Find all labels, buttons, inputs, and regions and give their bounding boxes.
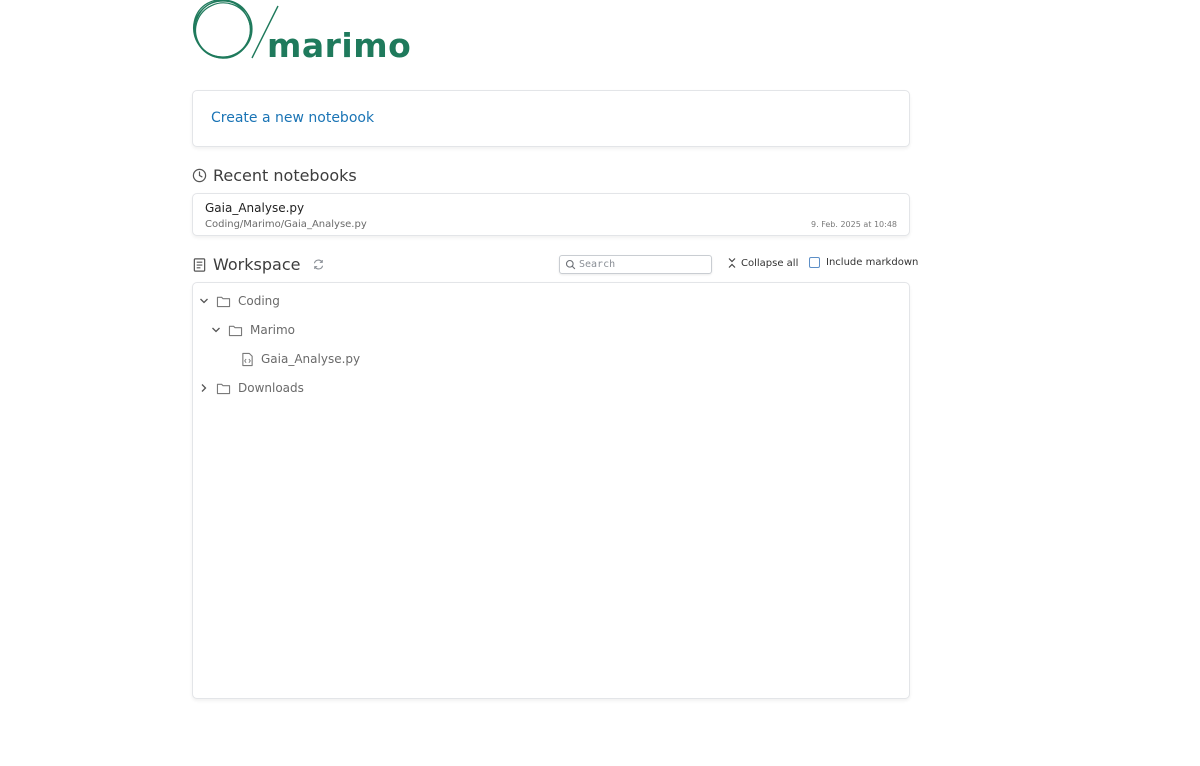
recent-notebook-path: Coding/Marimo/Gaia_Analyse.py xyxy=(205,219,367,230)
refresh-icon[interactable] xyxy=(312,258,325,271)
recent-notebooks-header: Recent notebooks xyxy=(192,166,357,185)
collapse-all-label: Collapse all xyxy=(741,257,799,269)
tree-file-gaia-analyse[interactable]: Gaia_Analyse.py xyxy=(223,348,360,370)
chevron-down-icon[interactable] xyxy=(198,296,210,306)
brand-wordmark: marimo xyxy=(267,26,412,65)
folder-icon xyxy=(228,324,243,337)
chevron-right-icon[interactable] xyxy=(198,383,210,393)
create-notebook-link[interactable]: Create a new notebook xyxy=(211,110,374,126)
notebook-file-icon xyxy=(241,352,254,367)
tree-folder-downloads[interactable]: Downloads xyxy=(198,377,304,399)
tree-label: Coding xyxy=(238,294,280,308)
recent-notebook-name: Gaia_Analyse.py xyxy=(205,201,305,215)
recent-notebooks-title: Recent notebooks xyxy=(213,166,357,185)
folder-icon xyxy=(216,295,231,308)
include-markdown-toggle[interactable]: Include markdown xyxy=(809,257,918,268)
folder-icon xyxy=(216,382,231,395)
tree-label: Gaia_Analyse.py xyxy=(261,352,361,366)
collapse-icon xyxy=(727,257,737,269)
workspace-search xyxy=(559,255,712,274)
clock-icon xyxy=(192,168,207,183)
create-notebook-card: Create a new notebook xyxy=(192,90,910,147)
search-icon xyxy=(565,259,576,270)
include-markdown-label: Include markdown xyxy=(826,257,919,268)
tree-folder-marimo[interactable]: Marimo xyxy=(210,319,295,341)
workspace-title: Workspace xyxy=(213,255,301,274)
tree-label: Marimo xyxy=(250,323,296,337)
book-icon xyxy=(192,257,207,273)
chevron-down-icon[interactable] xyxy=(210,325,222,335)
include-markdown-checkbox[interactable] xyxy=(809,257,820,268)
file-tree: Coding Marimo Gaia_Analyse.py Downloads xyxy=(192,282,910,699)
recent-notebook-date: 9. Feb. 2025 at 10:48 xyxy=(811,220,897,229)
workspace-header: Workspace xyxy=(192,255,325,274)
collapse-all-button[interactable]: Collapse all xyxy=(727,257,798,269)
recent-notebook-item[interactable]: Gaia_Analyse.py Coding/Marimo/Gaia_Analy… xyxy=(192,193,910,236)
search-input[interactable] xyxy=(576,259,704,270)
tree-label: Downloads xyxy=(238,381,304,395)
tree-folder-coding[interactable]: Coding xyxy=(198,290,280,312)
